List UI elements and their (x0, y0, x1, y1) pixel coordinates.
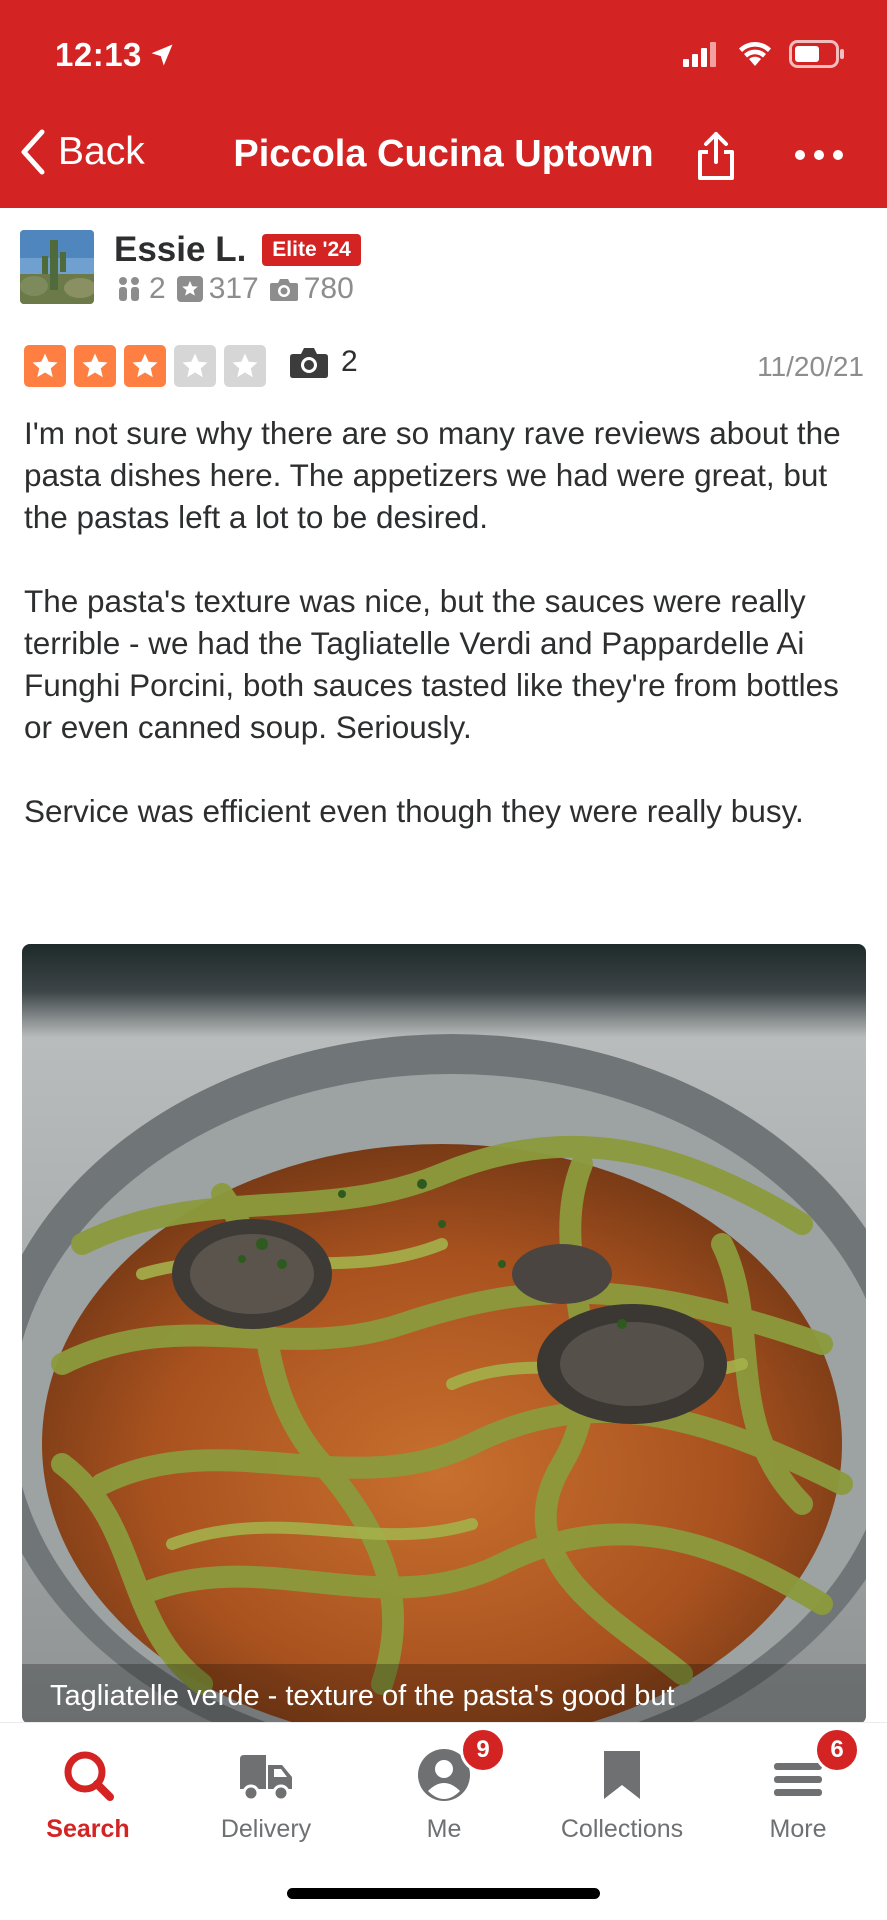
review-paragraph: The pasta's texture was nice, but the sa… (24, 583, 839, 745)
star-filled-icon (124, 345, 166, 387)
photo-caption: Tagliatelle verde - texture of the pasta… (50, 1680, 675, 1712)
review-photo[interactable] (22, 944, 866, 1724)
tab-search[interactable]: Search (8, 1743, 168, 1844)
tab-label: Search (46, 1815, 130, 1843)
location-arrow-icon (151, 44, 173, 66)
tab-icon-wrap: 6 (718, 1727, 878, 1803)
tab-label: Collections (560, 1815, 684, 1843)
pasta-dish-image (22, 944, 866, 1724)
star-empty-icon (174, 345, 216, 387)
star-empty-icon (224, 345, 266, 387)
tab-label: More (769, 1815, 827, 1843)
elite-badge: Elite '24 (262, 234, 361, 266)
review-paragraph: Service was efficient even though they w… (24, 793, 804, 829)
star-filled-icon (24, 345, 66, 387)
time-text: 12:13 (55, 36, 142, 73)
bookmark-icon (604, 1751, 640, 1799)
camera-icon (269, 279, 298, 301)
review-photo-count[interactable]: 2 (289, 345, 358, 379)
review-text: I'm not sure why there are so many rave … (24, 412, 869, 874)
camera-icon (290, 348, 328, 378)
tab-label: Delivery (220, 1815, 312, 1843)
friends-icon (119, 277, 139, 301)
wifi-icon (739, 42, 771, 66)
dot-icon (795, 150, 805, 160)
tab-delivery[interactable]: Delivery (186, 1743, 346, 1844)
friends-count: 2 (149, 272, 166, 305)
review-star-icon (176, 276, 203, 302)
reviewer-info[interactable]: Essie L. Elite '24 2 317 780 (20, 230, 870, 305)
tab-icon-wrap (8, 1743, 168, 1803)
cellular-signal-icon (683, 42, 716, 67)
share-button[interactable] (694, 130, 738, 187)
tab-label: Me (426, 1815, 462, 1843)
reviews-count: 317 (208, 272, 259, 305)
rating-row: 2 11/20/21 (24, 345, 864, 387)
tab-icon-wrap: 9 (364, 1727, 524, 1803)
search-icon (64, 1751, 114, 1801)
reviews-stat: 317 (176, 272, 259, 306)
dot-icon (814, 150, 824, 160)
tab-me[interactable]: 9 Me (364, 1727, 524, 1844)
top-header: 12:13 Back Piccola Cucina Uptown (0, 0, 887, 208)
notification-badge: 9 (460, 1727, 506, 1773)
reviewer-stats: 2 317 780 (114, 272, 354, 306)
page-title: Piccola Cucina Uptown (233, 133, 654, 175)
review-paragraph: I'm not sure why there are so many rave … (24, 415, 841, 535)
avatar[interactable] (20, 230, 94, 304)
star-filled-icon (74, 345, 116, 387)
more-options-button[interactable] (795, 150, 843, 160)
star-rating (24, 345, 266, 387)
tab-icon-wrap (186, 1743, 346, 1803)
status-time: 12:13 (55, 36, 176, 74)
delivery-truck-icon (240, 1755, 292, 1802)
home-indicator (287, 1888, 600, 1899)
status-icons (683, 40, 845, 68)
tab-more[interactable]: 6 More (718, 1727, 878, 1844)
tab-icon-wrap (542, 1743, 702, 1803)
photos-stat: 780 (269, 272, 354, 306)
notification-badge: 6 (814, 1727, 860, 1773)
review-date: 11/20/21 (757, 351, 864, 382)
dot-icon (833, 150, 843, 160)
battery-icon (789, 40, 844, 68)
friends-stat: 2 (114, 272, 166, 306)
photos-count: 780 (303, 272, 354, 305)
photo-count-text: 2 (341, 345, 358, 378)
avatar-image (20, 230, 94, 304)
reviewer-name[interactable]: Essie L. (114, 230, 246, 270)
reviewer-name-row: Essie L. Elite '24 (114, 230, 361, 270)
app-screen: 12:13 Back Piccola Cucina Uptown Essie L… (0, 0, 887, 1920)
tab-collections[interactable]: Collections (542, 1743, 702, 1844)
share-icon (698, 132, 734, 180)
